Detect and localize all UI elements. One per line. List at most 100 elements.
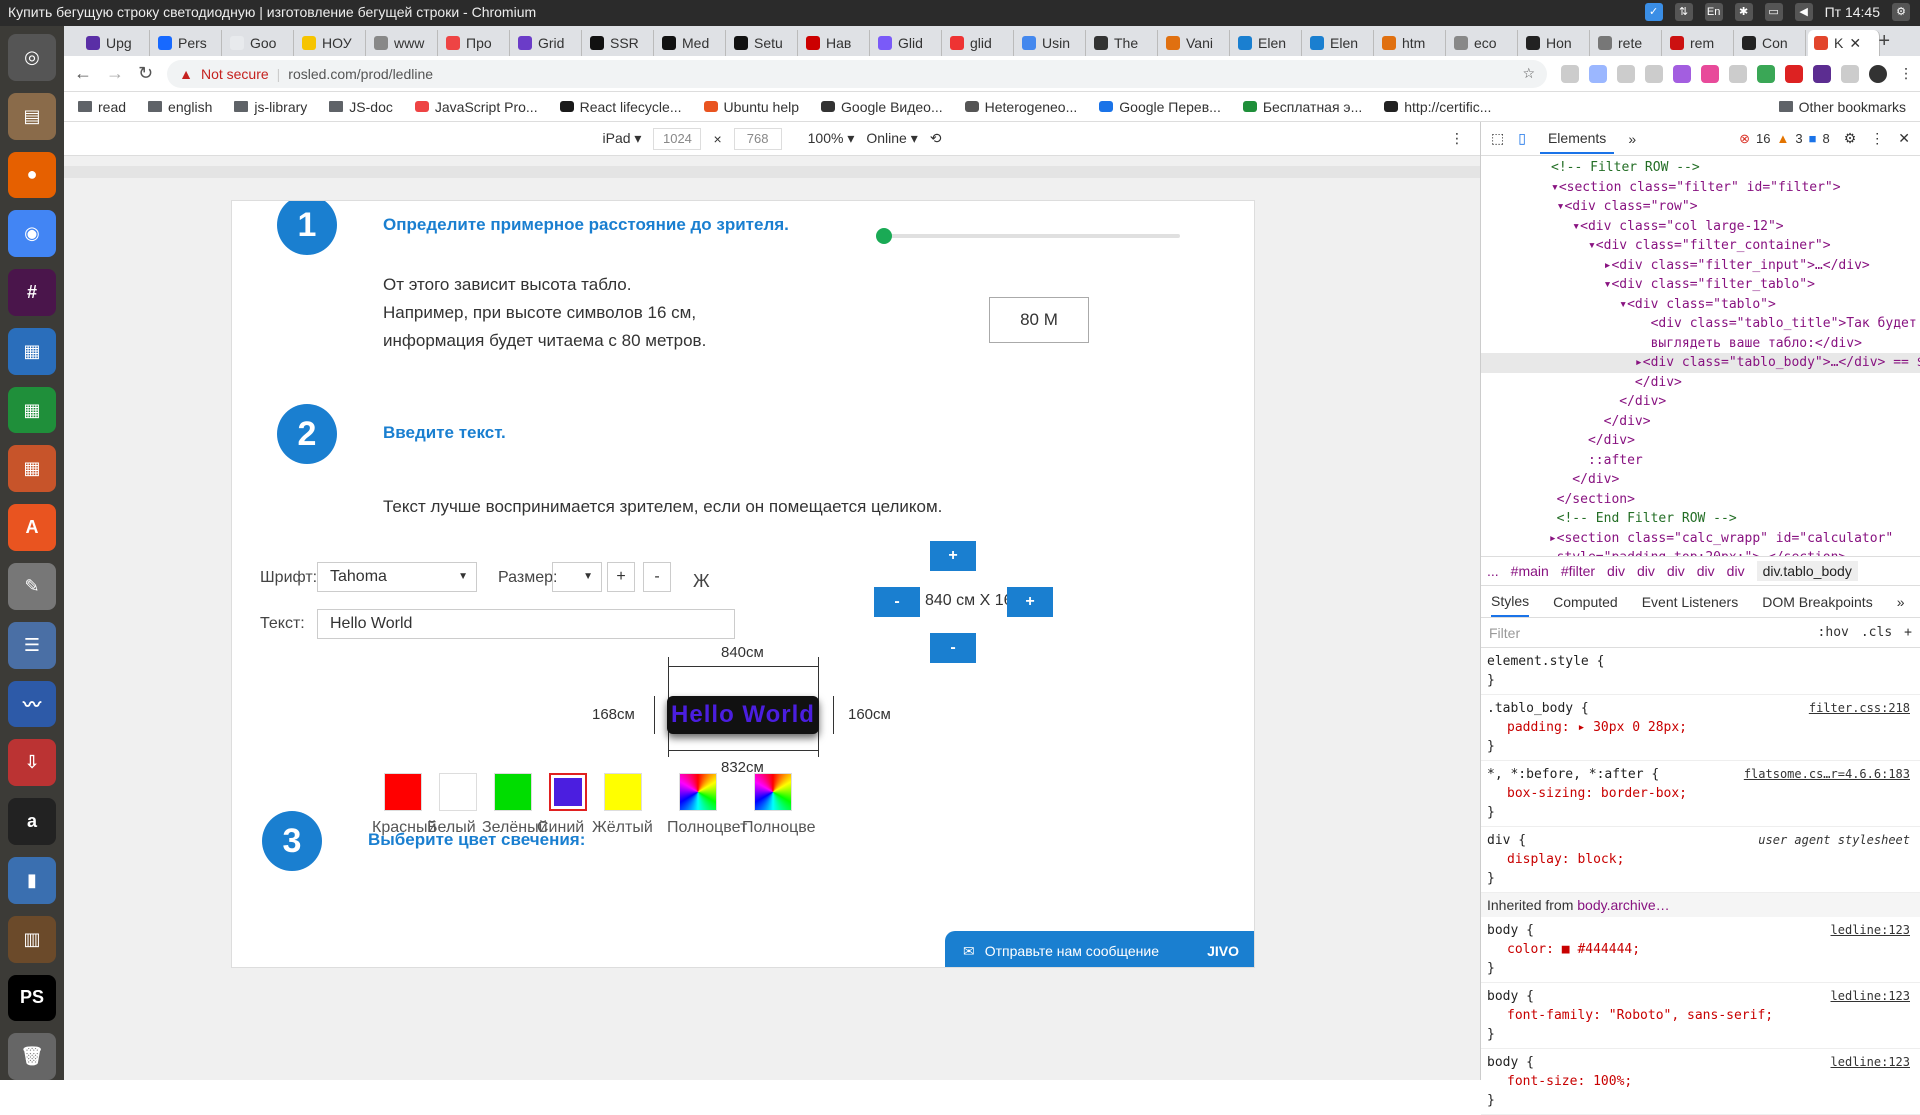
chromium-icon[interactable]: ◉ — [8, 210, 56, 258]
slider-knob[interactable] — [876, 228, 892, 244]
size-decrease-button[interactable]: - — [643, 562, 671, 592]
styles-tab[interactable]: Event Listeners — [1642, 594, 1739, 610]
url-text[interactable]: rosled.com/prod/ledline — [288, 66, 433, 82]
files-icon[interactable]: ▤ — [8, 92, 56, 140]
bookmark-item[interactable]: js-library — [234, 99, 307, 115]
width-decrease-button[interactable]: - — [874, 587, 920, 617]
cls-toggle[interactable]: .cls — [1861, 625, 1892, 640]
rule-source-link[interactable]: ledline:123 — [1831, 987, 1910, 1006]
keyboard-layout[interactable]: En — [1704, 3, 1723, 21]
dom-tree[interactable]: <!-- Filter ROW --> ▾<section class="filt… — [1481, 156, 1920, 556]
browser-tab[interactable]: K ✕ — [1808, 30, 1880, 56]
bookmark-item[interactable]: read — [78, 99, 126, 115]
width-increase-button[interactable]: + — [1007, 587, 1053, 617]
bookmark-item[interactable]: Heterogeneo... — [964, 99, 1077, 115]
bookmark-item[interactable]: english — [148, 99, 212, 115]
height-decrease-button[interactable]: - — [930, 633, 976, 663]
browser-tab[interactable]: Hon — [1520, 30, 1590, 56]
extension-icon[interactable] — [1645, 64, 1664, 83]
device-mode-icon[interactable]: ▯ — [1518, 130, 1526, 147]
hov-toggle[interactable]: :hov — [1818, 625, 1849, 640]
extension-icon[interactable] — [1813, 64, 1832, 83]
rule-property[interactable]: box-sizing: border-box; — [1507, 784, 1914, 803]
styles-tab[interactable]: Styles — [1491, 587, 1530, 617]
software-center-icon[interactable]: A — [8, 504, 56, 552]
bookmark-item[interactable]: Бесплатная э... — [1242, 99, 1362, 115]
dom-node[interactable]: </div> — [1481, 412, 1920, 432]
browser-tab[interactable]: Con — [1736, 30, 1806, 56]
led-text-input[interactable]: Hello World — [317, 609, 735, 639]
rule-property[interactable]: display: block; — [1507, 850, 1914, 869]
more-tabs-icon[interactable]: » — [1628, 131, 1636, 147]
inherited-from[interactable]: body.archive… — [1577, 897, 1669, 913]
dom-node[interactable]: </div> — [1481, 373, 1920, 393]
css-rule[interactable]: .tablo_body {padding: ▸ 30px 0 28px;} fil… — [1481, 695, 1920, 761]
dom-node[interactable]: ▾<div class="tablo"> — [1481, 295, 1920, 315]
dom-node[interactable]: style="padding-top:20px;">…</section> — [1481, 548, 1920, 556]
slack-icon[interactable]: # — [8, 269, 56, 316]
browser-tab[interactable]: glid — [944, 30, 1014, 56]
ubuntu-icon[interactable]: ◎ — [8, 34, 56, 81]
network-icon[interactable]: ✓ — [1644, 3, 1663, 21]
rule-source-link[interactable]: flatsome.cs…r=4.6.6:183 — [1744, 765, 1910, 784]
phpstorm-icon[interactable]: PS — [8, 974, 56, 1022]
color-swatch[interactable] — [604, 773, 642, 811]
dom-node[interactable]: ▸<div class="filter_input">…</div> — [1481, 256, 1920, 276]
css-rule[interactable]: body {font-size: 100%;} ledline:123 — [1481, 1049, 1920, 1115]
gear-icon[interactable]: ⚙ — [1844, 130, 1857, 147]
settings-icon[interactable]: ⚙ — [1892, 3, 1910, 21]
browser-tab[interactable]: НОУ — [296, 30, 366, 56]
extension-icon[interactable] — [1841, 64, 1860, 83]
breadcrumb-item[interactable]: ... — [1487, 563, 1499, 579]
browser-tab[interactable]: Setu — [728, 30, 798, 56]
dom-node[interactable]: ▾<div class="filter_tablo"> — [1481, 275, 1920, 295]
bookmark-star-icon[interactable]: ☆ — [1523, 65, 1536, 82]
rule-property[interactable]: padding: ▸ 30px 0 28px; — [1507, 718, 1914, 737]
breadcrumb-item[interactable]: div — [1697, 563, 1715, 579]
css-rule[interactable]: body {color: ■ #444444;} ledline:123 — [1481, 917, 1920, 983]
bookmark-item[interactable]: Ubuntu help — [703, 99, 799, 115]
css-rule[interactable]: div {display: block;} user agent styleshe… — [1481, 827, 1920, 893]
browser-tab[interactable]: Med — [656, 30, 726, 56]
notes-icon[interactable]: ☰ — [8, 621, 56, 669]
monitor-icon[interactable]: 〰 — [8, 680, 56, 728]
bluetooth-icon[interactable]: ✱ — [1734, 3, 1753, 21]
color-swatch[interactable] — [754, 773, 792, 811]
styles-tab[interactable]: » — [1897, 594, 1905, 610]
extension-icon[interactable] — [1589, 64, 1608, 83]
dom-node[interactable]: ▾<div class="col large-12"> — [1481, 217, 1920, 237]
extension-icon[interactable] — [1617, 64, 1636, 83]
rule-source-link[interactable]: user agent stylesheet — [1758, 831, 1910, 850]
browser-tab[interactable]: Vani — [1160, 30, 1230, 56]
extension-icon[interactable] — [1701, 64, 1720, 83]
menu-icon[interactable]: ⋮ — [1897, 65, 1915, 83]
browser-tab[interactable]: Upg — [80, 30, 150, 56]
add-rule-icon[interactable]: + — [1904, 625, 1912, 640]
css-rule[interactable]: element.style {} — [1481, 648, 1920, 695]
css-rule[interactable]: body {font-family: "Roboto", sans-serif;… — [1481, 983, 1920, 1049]
color-swatch[interactable] — [549, 773, 587, 811]
devtools-menu-icon[interactable]: ⋮ — [1870, 130, 1884, 147]
bookmark-item[interactable]: React lifecycle... — [559, 99, 682, 115]
height-increase-button[interactable]: + — [930, 541, 976, 571]
color-swatch[interactable] — [439, 773, 477, 811]
size-increase-button[interactable]: + — [607, 562, 635, 592]
settings-tool-icon[interactable]: ✎ — [8, 563, 56, 610]
styles-filter[interactable]: Filter :hov .cls + — [1481, 618, 1920, 648]
amazon-icon[interactable]: a — [8, 798, 56, 845]
browser-tab[interactable]: Elen — [1232, 30, 1302, 56]
impress-icon[interactable]: ▦ — [8, 445, 56, 493]
browser-tab[interactable]: rete — [1592, 30, 1662, 56]
font-select[interactable]: Tahoma ▼ — [317, 562, 477, 592]
inspect-icon[interactable]: ⬚ — [1491, 130, 1504, 147]
dom-node[interactable]: </div> — [1481, 431, 1920, 451]
browser-tab[interactable]: SSR — [584, 30, 654, 56]
back-icon[interactable]: ← — [74, 63, 92, 84]
books-icon[interactable]: ▥ — [8, 915, 56, 963]
device-menu-icon[interactable]: ⋮ — [1450, 130, 1464, 147]
volume-icon[interactable]: ◀ — [1794, 3, 1813, 21]
viewport-width[interactable]: 1024 — [653, 127, 702, 150]
installer-icon[interactable]: ⇩ — [8, 739, 56, 787]
dom-node[interactable]: <!-- End Filter ROW --> — [1481, 509, 1920, 529]
styles-tab[interactable]: Computed — [1553, 594, 1618, 610]
